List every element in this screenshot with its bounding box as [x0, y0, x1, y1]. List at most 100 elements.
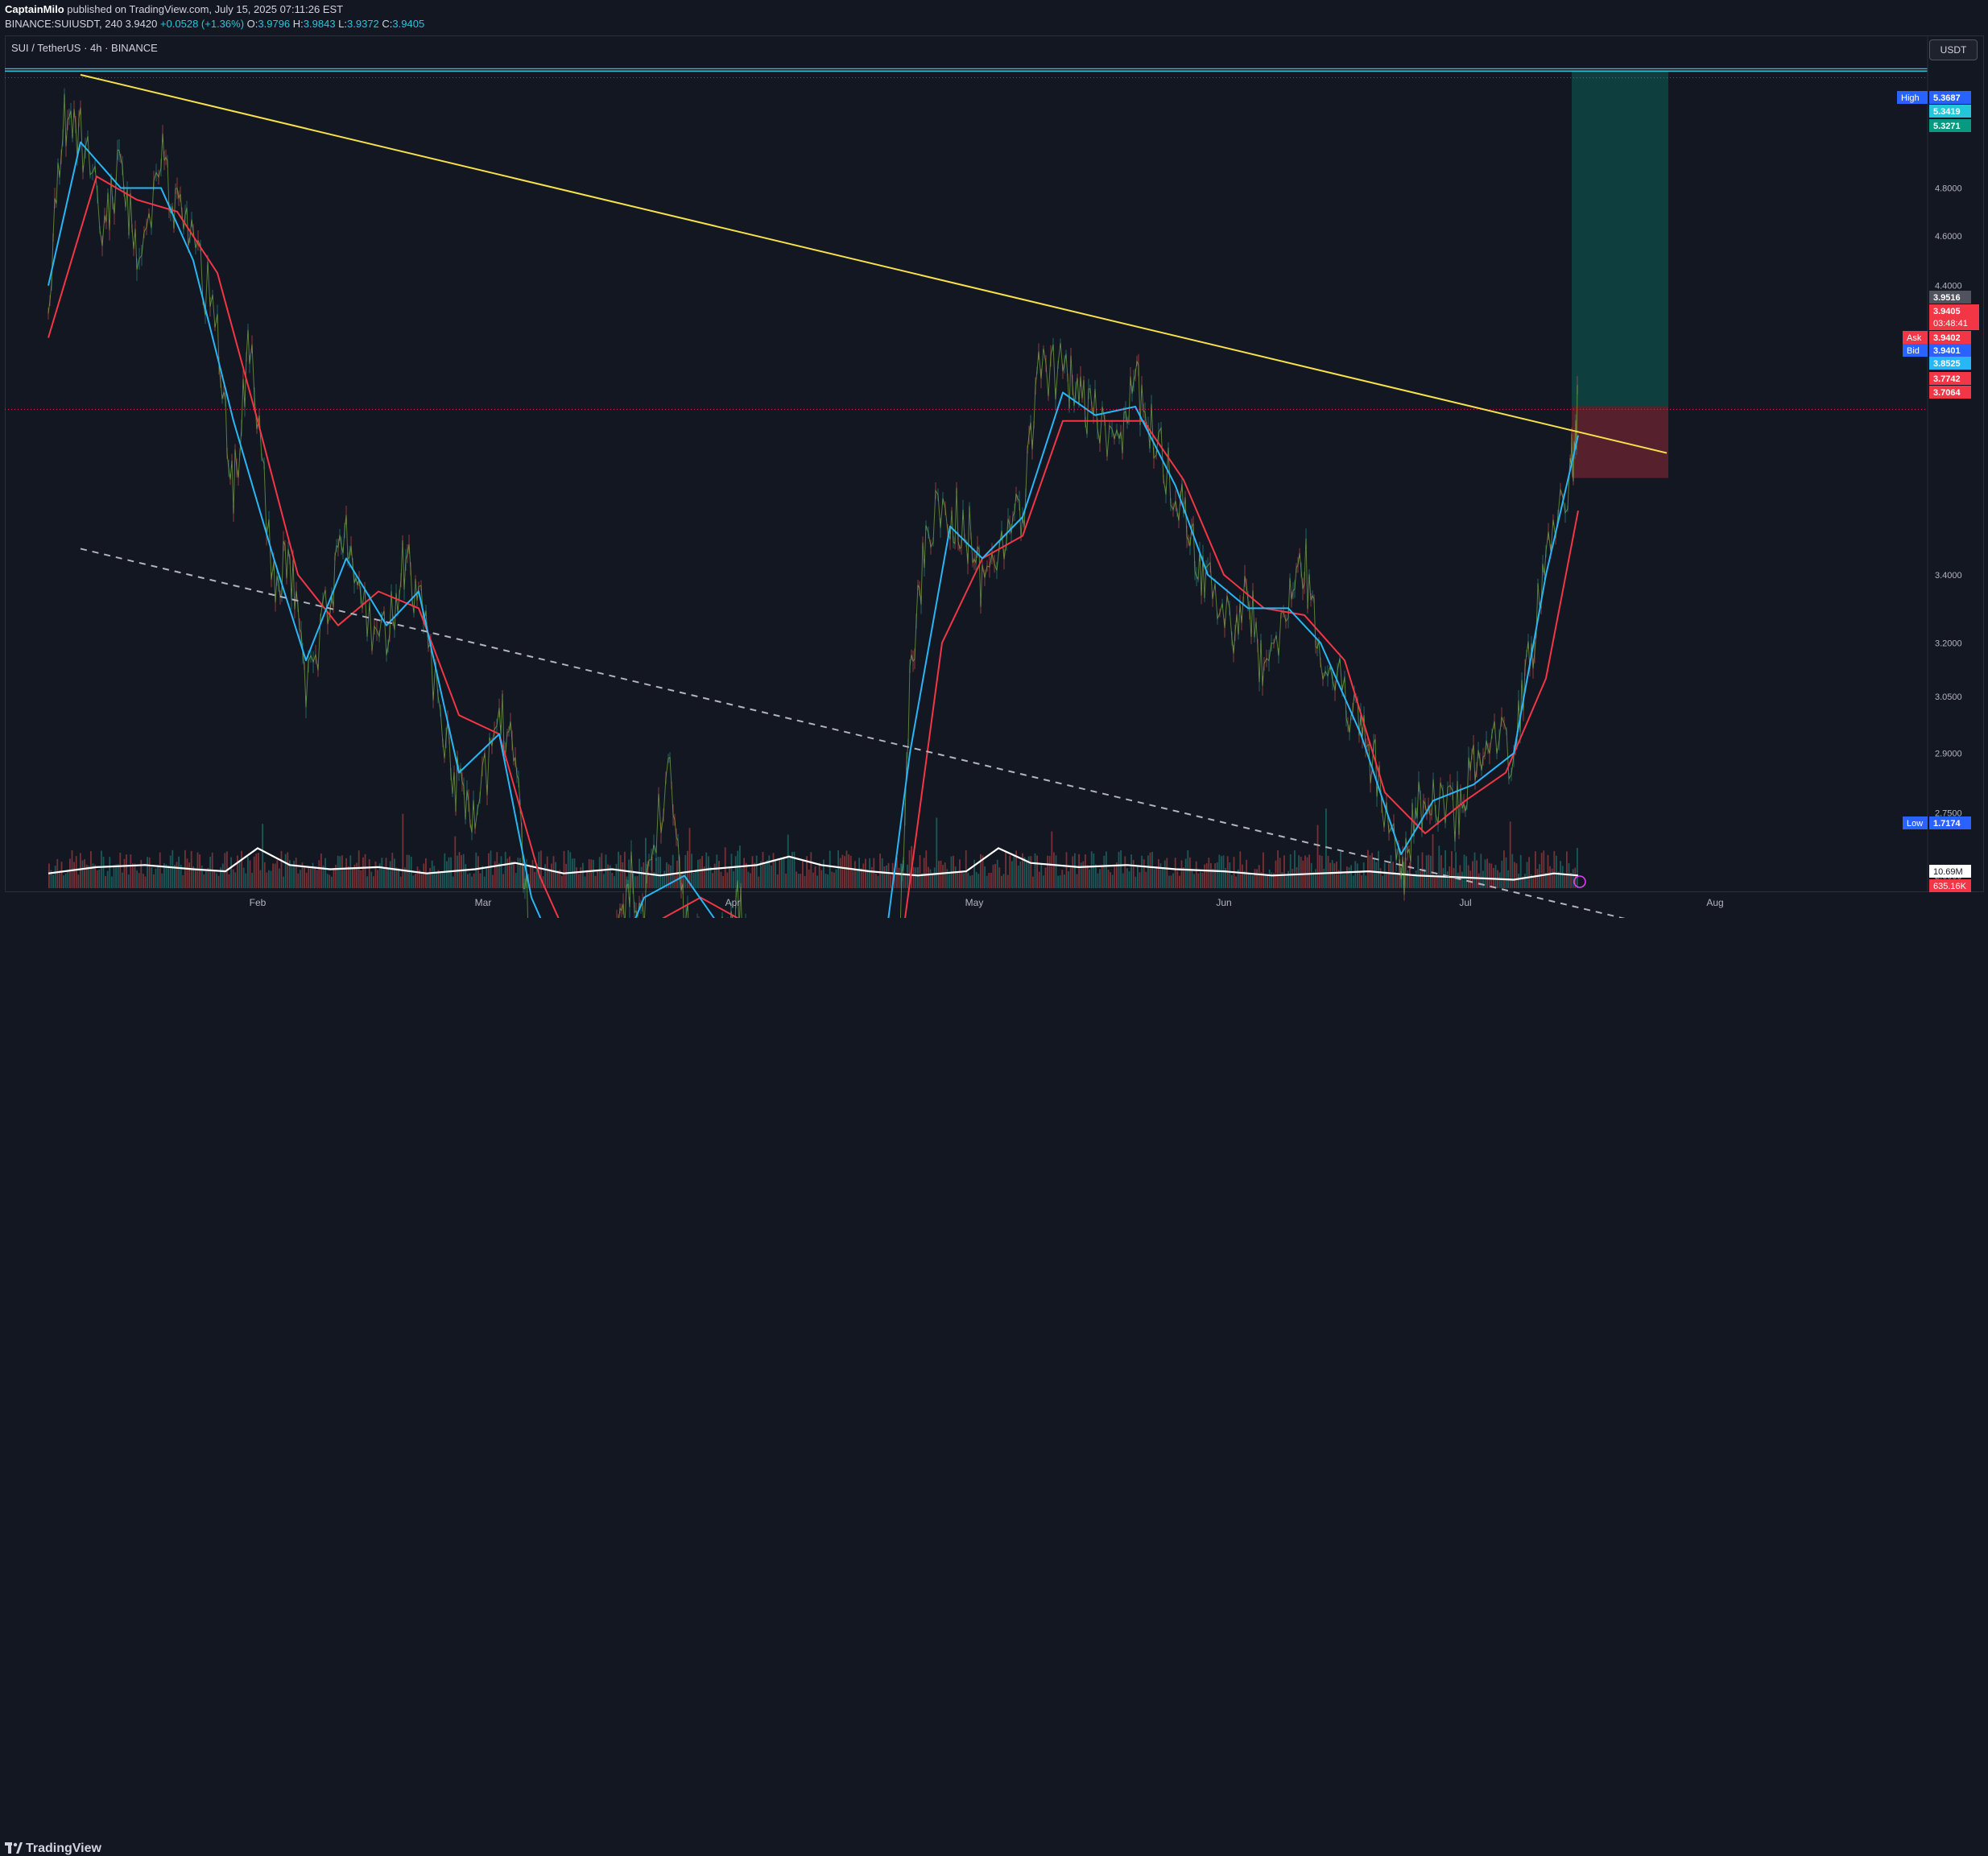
volume-bar [431, 860, 433, 888]
volume-bar [875, 873, 877, 888]
volume-bar [1107, 870, 1110, 888]
volume-bar [810, 852, 812, 888]
volume-bar [105, 875, 106, 888]
volume-bar [1308, 854, 1310, 888]
volume-bar [1170, 875, 1172, 888]
volume-bar [1505, 857, 1507, 888]
volume-bar [1168, 875, 1170, 888]
volume-bar [1147, 855, 1149, 888]
volume-bar [96, 870, 98, 888]
volume-bar [1428, 854, 1430, 888]
x-tick-label: Aug [1706, 897, 1723, 908]
volume-bar [1095, 864, 1097, 888]
volume-bar [835, 869, 837, 888]
volume-bar [879, 854, 881, 888]
volume-bar [1001, 875, 1002, 888]
volume-bar [688, 828, 691, 888]
volume-bar [433, 866, 436, 888]
volume-bar [1424, 868, 1425, 888]
volume-bar [343, 868, 345, 888]
volume-bar [614, 876, 615, 888]
currency-button[interactable]: USDT [1929, 39, 1978, 60]
volume-bar [324, 858, 326, 888]
volume-bar [1451, 851, 1453, 888]
volume-bar [1501, 860, 1503, 888]
volume-bar [605, 854, 607, 888]
volume-bar [588, 858, 590, 888]
volume-bar [1316, 825, 1319, 888]
volume-bar [1128, 871, 1130, 888]
volume-bar [64, 873, 67, 888]
volume-bar [147, 857, 148, 888]
volume-bar [670, 865, 672, 888]
volume-bar [802, 860, 804, 888]
volume-bar [1561, 866, 1564, 888]
volume-bar [1061, 870, 1064, 888]
volume-bar [965, 849, 967, 888]
volume-bar [1440, 855, 1442, 888]
volume-bar [1090, 851, 1093, 888]
volume-bar [994, 864, 996, 888]
volume-bar [531, 860, 534, 888]
volume-bar [848, 854, 849, 888]
price-chart[interactable]: 5.20004.80004.60004.40004.20003.40003.20… [0, 0, 1988, 945]
volume-bar [300, 870, 301, 888]
volume-bar [942, 865, 944, 888]
volume-bar [548, 869, 551, 888]
volume-bar [280, 850, 283, 888]
volume-bar [860, 868, 862, 888]
volume-bar [877, 875, 879, 888]
volume-bar [232, 869, 234, 888]
volume-bar [1287, 870, 1289, 888]
volume-bar [750, 873, 751, 888]
volume-bar [469, 873, 471, 888]
volume-bar [412, 875, 415, 888]
volume-bar [1085, 854, 1086, 888]
volume-bar [1315, 869, 1316, 888]
volume-bar [764, 864, 766, 888]
volume-bar [1132, 859, 1135, 888]
volume-bar [967, 872, 969, 888]
volume-bar [385, 858, 387, 888]
volume-bar [649, 875, 651, 888]
volume-bar [866, 870, 869, 888]
volume-bar [247, 857, 249, 888]
volume-bar [615, 863, 618, 888]
volume-bar [59, 870, 60, 888]
volume-bar [381, 858, 383, 888]
volume-bar [779, 859, 781, 888]
volume-bar [394, 858, 395, 888]
volume-bar [368, 858, 370, 888]
volume-bar [825, 874, 827, 888]
volume-bar [904, 873, 907, 888]
volume-bar [266, 872, 268, 888]
volume-bar [1417, 855, 1420, 888]
volume-bar [534, 872, 535, 888]
price-layer [48, 88, 1579, 945]
volume-bar [1135, 876, 1137, 888]
volume-bar [314, 866, 316, 888]
volume-bar [1486, 858, 1488, 888]
volume-bar [1126, 868, 1128, 888]
volume-bar [75, 856, 77, 888]
volume-bar [262, 824, 263, 888]
volume-bar [1204, 864, 1205, 888]
price-tag-value: 3.9405 [1933, 307, 1961, 316]
volume-bar [716, 854, 718, 888]
volume-bar [84, 859, 85, 888]
tradingview-logo[interactable]: TradingView [5, 1841, 101, 1856]
volume-bar [1304, 855, 1306, 888]
volume-bar [959, 859, 961, 888]
volume-bar [1511, 854, 1514, 888]
volume-bar [1172, 873, 1174, 888]
volume-bar [1480, 854, 1482, 888]
volume-bar [551, 863, 552, 888]
volume-bar [619, 854, 622, 888]
volume-bar [305, 872, 308, 888]
volume-bar [151, 866, 153, 888]
volume-bar [1336, 861, 1337, 888]
volume-bar [1053, 852, 1055, 888]
volume-bar [936, 817, 938, 888]
volume-bar [961, 872, 963, 888]
volume-bar [1180, 860, 1183, 888]
